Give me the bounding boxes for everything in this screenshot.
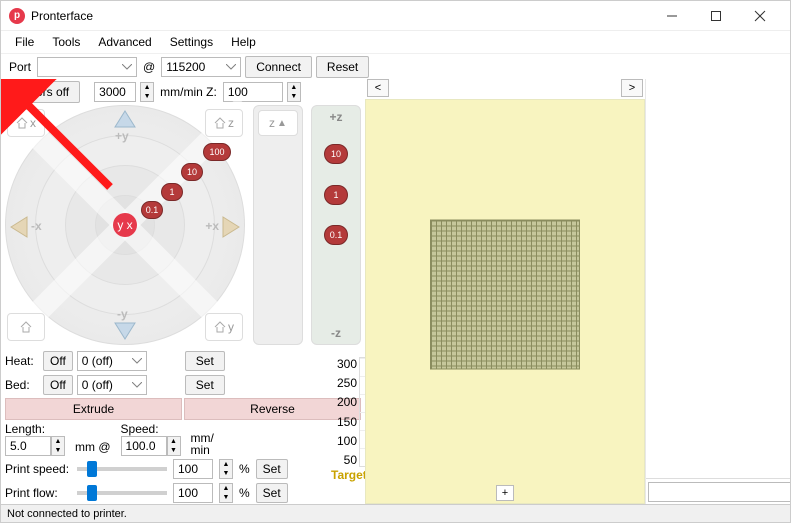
- plus-y-arrow-icon: [113, 109, 137, 131]
- minimize-button[interactable]: [650, 2, 694, 30]
- port-label: Port: [7, 60, 33, 74]
- baud-select[interactable]: 115200: [161, 57, 241, 77]
- print-speed-input[interactable]: [173, 459, 213, 479]
- port-select[interactable]: [37, 57, 137, 77]
- mm-min-label: mm/ min: [191, 432, 214, 456]
- connection-toolbar: Port @ 115200 Connect Reset: [1, 53, 790, 79]
- heat-set-button[interactable]: Set: [185, 351, 225, 371]
- length-input[interactable]: [5, 436, 51, 456]
- bed-set-button[interactable]: Set: [185, 375, 225, 395]
- z-d1[interactable]: 1: [324, 185, 348, 205]
- length-label: Length:: [5, 422, 65, 436]
- heat-temp-select[interactable]: 0 (off): [77, 351, 147, 371]
- mm-at-label: mm @: [75, 440, 111, 456]
- dist-10[interactable]: 10: [181, 163, 203, 181]
- plus-z-label: +z: [329, 110, 342, 124]
- close-button[interactable]: [738, 2, 782, 30]
- print-flow-spinner[interactable]: ▲▼: [219, 483, 233, 503]
- print-flow-slider[interactable]: [77, 491, 167, 495]
- z-control-column[interactable]: +z 10 1 0.1 -z: [311, 105, 361, 345]
- menu-settings[interactable]: Settings: [162, 33, 221, 51]
- menu-advanced[interactable]: Advanced: [90, 33, 159, 51]
- home-y-button[interactable]: y: [205, 313, 243, 341]
- xy-feedrate-input[interactable]: [94, 82, 136, 102]
- z-indicator-column: z▲: [253, 105, 303, 345]
- xy-feedrate-spinner[interactable]: ▲▼: [140, 82, 154, 102]
- plus-x-arrow-icon: [219, 215, 241, 239]
- bed-grid: [430, 219, 580, 369]
- dist-1[interactable]: 1: [161, 183, 183, 201]
- print-speed-spinner[interactable]: ▲▼: [219, 459, 233, 479]
- heat-label: Heat:: [5, 354, 39, 368]
- print-flow-set[interactable]: Set: [256, 483, 288, 503]
- at-label: @: [141, 60, 157, 74]
- print-speed-label: Print speed:: [5, 462, 71, 476]
- zoom-plus-button[interactable]: +: [496, 485, 514, 501]
- print-flow-label: Print flow:: [5, 486, 71, 500]
- bed-off-button[interactable]: Off: [43, 375, 73, 395]
- xy-pad[interactable]: x z y +y -y -x +x y x 0.1 1 10 100: [5, 105, 245, 345]
- z-d10[interactable]: 10: [324, 144, 348, 164]
- dist-100[interactable]: 100: [203, 143, 231, 161]
- speed-spinner[interactable]: ▲▼: [167, 436, 181, 456]
- reset-button[interactable]: Reset: [316, 56, 369, 78]
- minus-z-label: -z: [331, 326, 341, 340]
- titlebar: p Pronterface: [1, 1, 790, 31]
- plus-y-label: +y: [115, 129, 129, 143]
- layer-next-button[interactable]: >: [621, 79, 643, 97]
- z-d0-1[interactable]: 0.1: [324, 225, 348, 245]
- print-flow-input[interactable]: [173, 483, 213, 503]
- extrude-button[interactable]: Extrude: [5, 398, 182, 420]
- menu-file[interactable]: File: [7, 33, 42, 51]
- menubar: File Tools Advanced Settings Help: [1, 31, 790, 53]
- pct-label-1: %: [239, 462, 250, 476]
- app-icon: p: [9, 8, 25, 24]
- plus-x-label: +x: [205, 219, 219, 233]
- minus-x-arrow-icon: [9, 215, 31, 239]
- right-pane: Load file SD Print Pause Off < > +: [365, 79, 790, 504]
- maximize-button[interactable]: [694, 2, 738, 30]
- home-all-button[interactable]: [7, 313, 45, 341]
- menu-tools[interactable]: Tools: [44, 33, 88, 51]
- mmmin-z-label: mm/min Z:: [158, 85, 219, 99]
- heat-off-button[interactable]: Off: [43, 351, 73, 371]
- menu-help[interactable]: Help: [223, 33, 264, 51]
- command-input[interactable]: [648, 482, 790, 502]
- connect-button[interactable]: Connect: [245, 56, 312, 78]
- print-speed-slider[interactable]: [77, 467, 167, 471]
- window-title: Pronterface: [31, 9, 650, 23]
- xy-center-icon[interactable]: y x: [113, 213, 137, 237]
- bed-temp-select[interactable]: 0 (off): [77, 375, 147, 395]
- pct-label-2: %: [239, 486, 250, 500]
- dist-0-1[interactable]: 0.1: [141, 201, 163, 219]
- console: Send ▲ ▼: [645, 79, 790, 504]
- z-feedrate-input[interactable]: [223, 82, 283, 102]
- length-spinner[interactable]: ▲▼: [51, 436, 65, 456]
- home-x-button[interactable]: x: [7, 109, 45, 137]
- minus-y-arrow-icon: [113, 319, 137, 341]
- layer-prev-button[interactable]: <: [367, 79, 389, 97]
- left-pane: Motors off ▲▼ mm/min Z: ▲▼ x z y +y: [1, 79, 365, 504]
- minus-x-label: -x: [31, 219, 42, 233]
- home-z-button[interactable]: z: [205, 109, 243, 137]
- bed-label: Bed:: [5, 378, 39, 392]
- speed-label: Speed:: [121, 422, 181, 436]
- minus-y-label: -y: [117, 307, 128, 321]
- move-control: x z y +y -y -x +x y x 0.1 1 10 100 z▲: [5, 105, 361, 348]
- speed-input[interactable]: [121, 436, 167, 456]
- gcode-preview[interactable]: +: [365, 99, 645, 504]
- print-speed-set[interactable]: Set: [256, 459, 288, 479]
- z-feedrate-spinner[interactable]: ▲▼: [287, 82, 301, 102]
- motors-off-button[interactable]: Motors off: [5, 81, 80, 103]
- statusbar: Not connected to printer.: [1, 504, 790, 522]
- z-indicator-home: z▲: [258, 110, 298, 136]
